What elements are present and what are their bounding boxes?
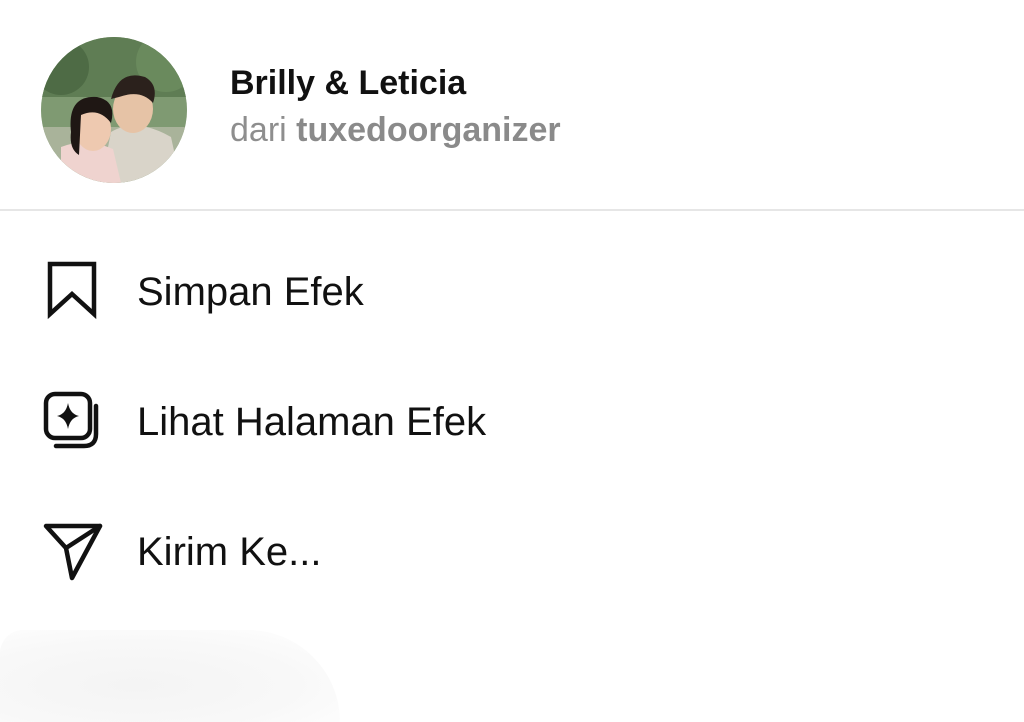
view-effect-page-button[interactable]: Lihat Halaman Efek — [0, 368, 1024, 478]
save-effect-label: Simpan Efek — [137, 270, 364, 314]
effect-header: Brilly & Leticia dari tuxedoorganizer — [0, 0, 1024, 209]
effect-byline: dari tuxedoorganizer — [230, 111, 561, 150]
send-to-label: Kirim Ke... — [137, 530, 322, 574]
effect-creator-avatar[interactable] — [41, 37, 187, 183]
paper-plane-icon — [43, 523, 103, 581]
effect-gallery-icon — [43, 391, 99, 449]
bookmark-icon — [47, 261, 97, 320]
effect-author-link[interactable]: tuxedoorganizer — [296, 111, 560, 149]
byline-prefix: dari — [230, 111, 297, 149]
view-effect-page-label: Lihat Halaman Efek — [137, 400, 487, 444]
effect-name: Brilly & Leticia — [230, 64, 467, 102]
send-to-button[interactable]: Kirim Ke... — [0, 498, 1024, 608]
save-effect-button[interactable]: Simpan Efek — [0, 238, 1024, 348]
header-divider — [0, 209, 1024, 211]
faded-background-shape — [0, 630, 340, 722]
couple-photo-avatar-icon — [41, 37, 187, 183]
